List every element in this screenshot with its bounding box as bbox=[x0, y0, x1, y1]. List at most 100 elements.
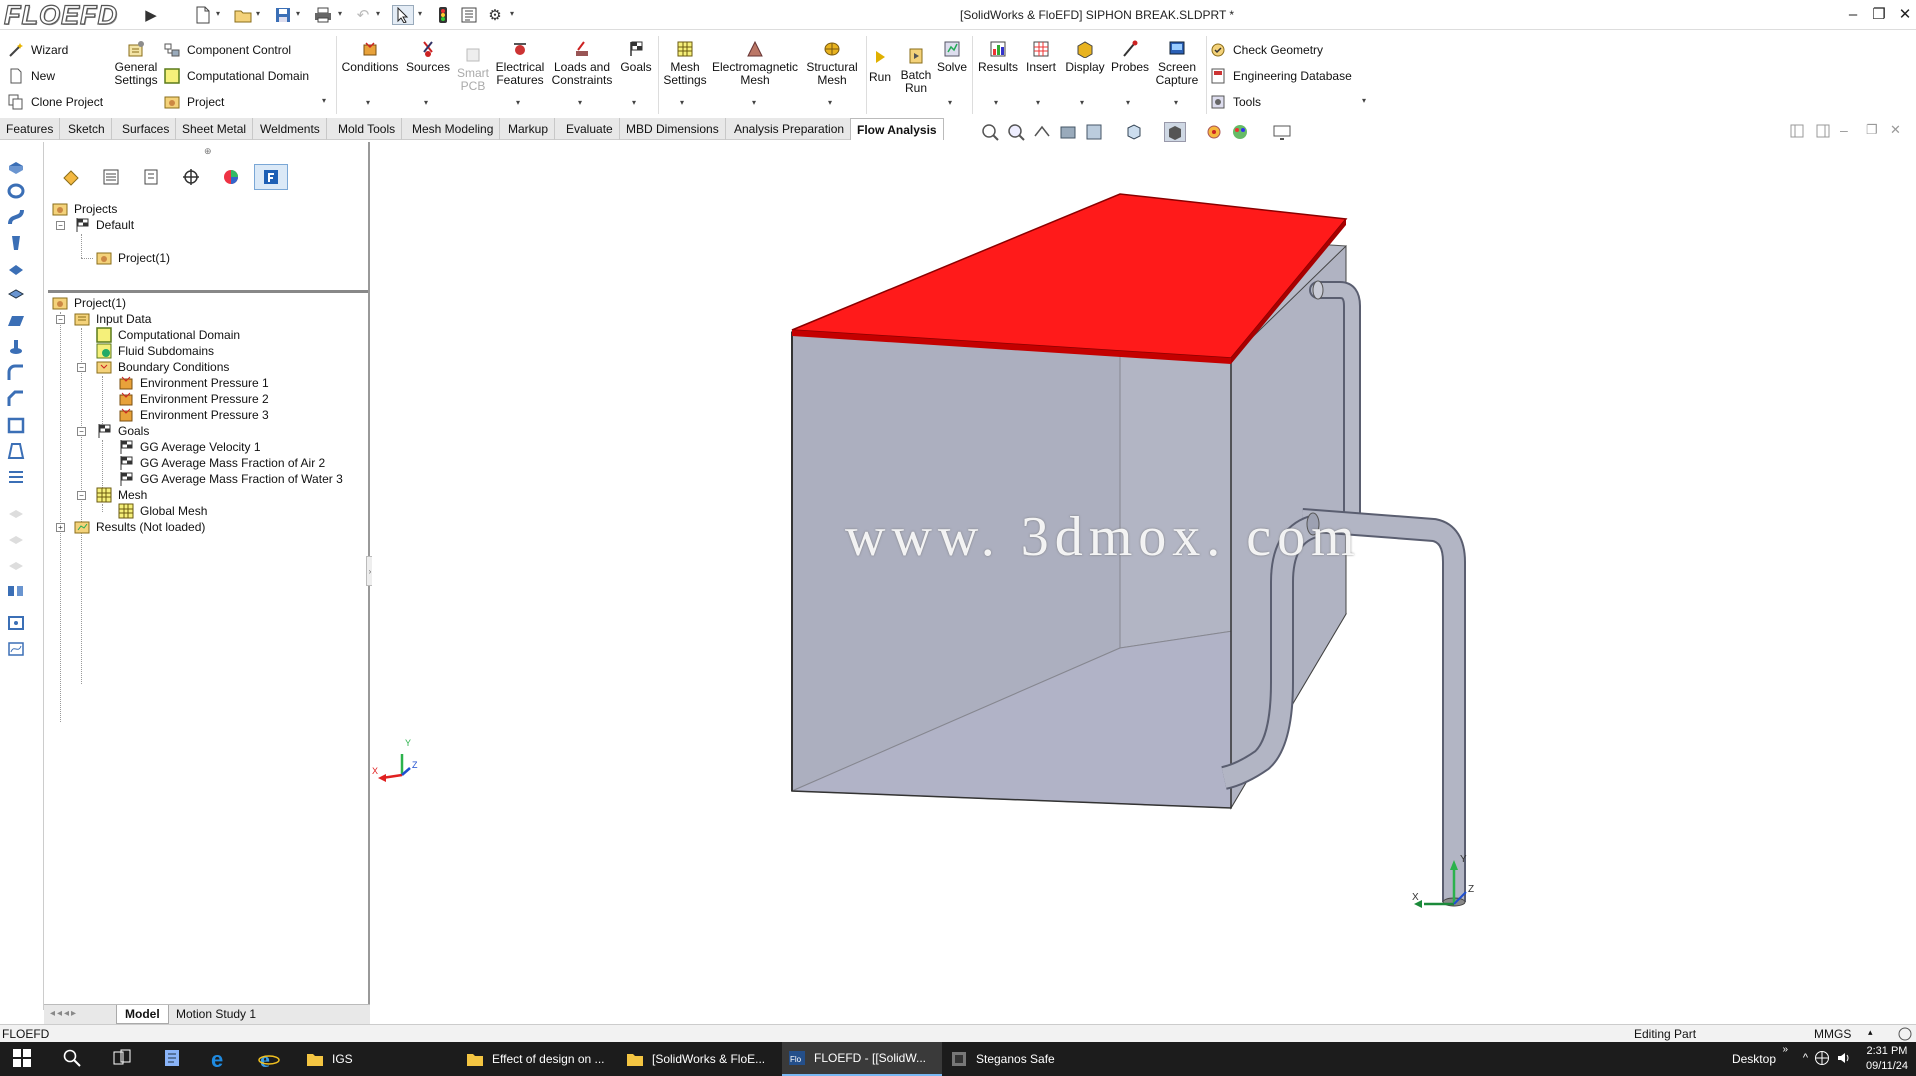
disabled-tool-icon[interactable] bbox=[6, 530, 28, 550]
graphics-viewport[interactable]: Y X Z Y X Z bbox=[372, 142, 1916, 1008]
chevron-down-icon[interactable]: ▾ bbox=[322, 96, 326, 105]
edge-icon[interactable]: e bbox=[210, 1047, 232, 1072]
boundary-icon[interactable] bbox=[6, 260, 28, 280]
loft-icon[interactable] bbox=[6, 234, 28, 254]
collapse-toggle[interactable]: − bbox=[56, 315, 65, 324]
disabled-tool-icon[interactable] bbox=[6, 504, 28, 524]
section-view-icon[interactable] bbox=[1058, 122, 1080, 142]
disabled-tool-icon[interactable] bbox=[6, 556, 28, 576]
electrical-features-button[interactable]: Electrical Features bbox=[494, 40, 546, 87]
close-button[interactable]: ✕ bbox=[1892, 4, 1916, 26]
clock[interactable]: 2:31 PM 09/11/24 bbox=[1866, 1044, 1908, 1074]
tab-evaluate[interactable]: Evaluate bbox=[560, 118, 620, 140]
collapse-toggle[interactable]: − bbox=[77, 363, 86, 372]
viewport-minimize-icon[interactable]: – bbox=[1840, 122, 1862, 142]
chevron-up-icon[interactable]: ▴ bbox=[1868, 1027, 1873, 1038]
chevron-down-icon[interactable]: ▾ bbox=[376, 9, 384, 21]
chevron-down-icon[interactable]: ▾ bbox=[516, 98, 520, 107]
chevron-down-icon[interactable]: ▾ bbox=[216, 9, 224, 21]
computational-domain-button[interactable]: Computational Domain bbox=[164, 65, 309, 87]
draft-icon[interactable] bbox=[6, 442, 28, 462]
tab-mbd-dimensions[interactable]: MBD Dimensions bbox=[620, 118, 726, 140]
view-settings-icon[interactable] bbox=[1272, 122, 1294, 142]
chevron-right-icon[interactable]: » bbox=[1782, 1044, 1788, 1055]
expand-arrow-icon[interactable]: ▶ bbox=[140, 5, 162, 25]
tab-sketch[interactable]: Sketch bbox=[62, 118, 112, 140]
tab-weldments[interactable]: Weldments bbox=[254, 118, 327, 140]
tab-flow-analysis[interactable]: Flow Analysis bbox=[850, 118, 944, 140]
save-icon[interactable] bbox=[272, 5, 294, 25]
curves-icon[interactable] bbox=[6, 640, 28, 660]
previous-view-icon[interactable] bbox=[1032, 122, 1054, 142]
pattern-icon[interactable] bbox=[6, 582, 28, 602]
chevron-down-icon[interactable]: ▾ bbox=[994, 98, 998, 107]
taskbar-app-floefd[interactable]: Flo FLOEFD - [[SolidW... bbox=[782, 1042, 942, 1076]
tab-propertymanager[interactable] bbox=[94, 164, 128, 190]
revolve-icon[interactable] bbox=[6, 182, 28, 202]
cut-extrude-icon[interactable] bbox=[6, 286, 28, 306]
component-control-button[interactable]: Component Control bbox=[164, 39, 291, 61]
structural-mesh-button[interactable]: Structural Mesh bbox=[802, 40, 862, 87]
tab-featuremanager[interactable] bbox=[54, 164, 88, 190]
smart-pcb-button[interactable]: Smart PCB bbox=[456, 46, 490, 93]
chevron-down-icon[interactable]: ▾ bbox=[578, 98, 582, 107]
screen-capture-button[interactable]: Screen Capture bbox=[1152, 40, 1202, 87]
run-button[interactable]: Run bbox=[866, 50, 894, 84]
electromagnetic-mesh-button[interactable]: Electromagnetic Mesh bbox=[712, 40, 798, 87]
internet-explorer-icon[interactable]: e bbox=[258, 1047, 280, 1072]
dynamic-annotation-icon[interactable] bbox=[1084, 122, 1106, 142]
display-button[interactable]: Display bbox=[1062, 40, 1108, 74]
reference-geometry-icon[interactable] bbox=[6, 614, 28, 634]
engineering-database-button[interactable]: Engineering Database bbox=[1210, 65, 1352, 87]
print-icon[interactable] bbox=[312, 5, 334, 25]
view-orientation-icon[interactable] bbox=[1124, 122, 1146, 142]
traffic-light-icon[interactable] bbox=[432, 5, 454, 25]
expand-toggle[interactable]: + bbox=[56, 523, 65, 532]
taskbar-app-steganos-safe[interactable]: Steganos Safe bbox=[944, 1042, 1094, 1076]
chevron-down-icon[interactable]: ▾ bbox=[632, 98, 636, 107]
general-settings-button[interactable]: General Settings bbox=[112, 40, 160, 87]
chevron-down-icon[interactable]: ▾ bbox=[1174, 98, 1178, 107]
collapse-toggle[interactable]: − bbox=[77, 427, 86, 436]
batch-run-button[interactable]: Batch Run bbox=[896, 48, 936, 95]
tab-analysis-preparation[interactable]: Analysis Preparation bbox=[728, 118, 852, 140]
loads-and-constraints-button[interactable]: Loads and Constraints bbox=[550, 40, 614, 87]
chevron-down-icon[interactable]: ▾ bbox=[366, 98, 370, 107]
hide-show-items-icon[interactable] bbox=[1204, 122, 1226, 142]
shell-icon[interactable] bbox=[6, 416, 28, 436]
zoom-to-fit-icon[interactable] bbox=[980, 122, 1002, 142]
taskbar-app-effect-of-design[interactable]: Effect of design on ... bbox=[460, 1042, 620, 1076]
windows-start-icon[interactable] bbox=[12, 1048, 34, 1070]
taskbar-app-solidworks-folder[interactable]: [SolidWorks & FloE... bbox=[620, 1042, 780, 1076]
tab-features[interactable]: Features bbox=[0, 118, 61, 140]
chevron-down-icon[interactable]: ▾ bbox=[296, 9, 304, 21]
tab-mesh-modeling[interactable]: Mesh Modeling bbox=[406, 118, 501, 140]
tab-motion-study-1[interactable]: Motion Study 1 bbox=[168, 1005, 264, 1024]
plane-icon[interactable] bbox=[6, 312, 28, 332]
chamfer-icon[interactable] bbox=[6, 390, 28, 410]
tile-right-icon[interactable] bbox=[1816, 124, 1838, 144]
tab-sheet-metal[interactable]: Sheet Metal bbox=[176, 118, 254, 140]
tab-scroll-arrows[interactable]: ◂◂◂▸ bbox=[50, 1008, 78, 1019]
hole-wizard-icon[interactable] bbox=[6, 338, 28, 358]
chevron-down-icon[interactable]: ▾ bbox=[256, 9, 264, 21]
new-file-icon[interactable] bbox=[192, 5, 214, 25]
chevron-down-icon[interactable]: ▾ bbox=[1036, 98, 1040, 107]
tree-item-results[interactable]: Results (Not loaded) bbox=[74, 518, 205, 536]
chevron-down-icon[interactable]: ▾ bbox=[948, 98, 952, 107]
solve-button[interactable]: Solve bbox=[936, 40, 968, 74]
notepad-icon[interactable] bbox=[162, 1048, 184, 1070]
chevron-down-icon[interactable]: ▾ bbox=[418, 9, 426, 21]
undo-icon[interactable]: ↶ bbox=[352, 5, 374, 25]
insert-button[interactable]: Insert bbox=[1022, 40, 1060, 74]
sweep-icon[interactable] bbox=[6, 208, 28, 228]
extrude-icon[interactable] bbox=[6, 156, 28, 176]
tab-configurationmanager[interactable] bbox=[134, 164, 168, 190]
chevron-down-icon[interactable]: ▾ bbox=[424, 98, 428, 107]
chevron-down-icon[interactable]: ▾ bbox=[1362, 96, 1366, 105]
clone-project-button[interactable]: Clone Project bbox=[8, 91, 103, 113]
taskbar-app-igs[interactable]: IGS bbox=[300, 1042, 450, 1076]
search-icon[interactable] bbox=[62, 1048, 84, 1070]
tab-surfaces[interactable]: Surfaces bbox=[116, 118, 177, 140]
tree-item-default[interactable]: Default bbox=[74, 216, 134, 234]
